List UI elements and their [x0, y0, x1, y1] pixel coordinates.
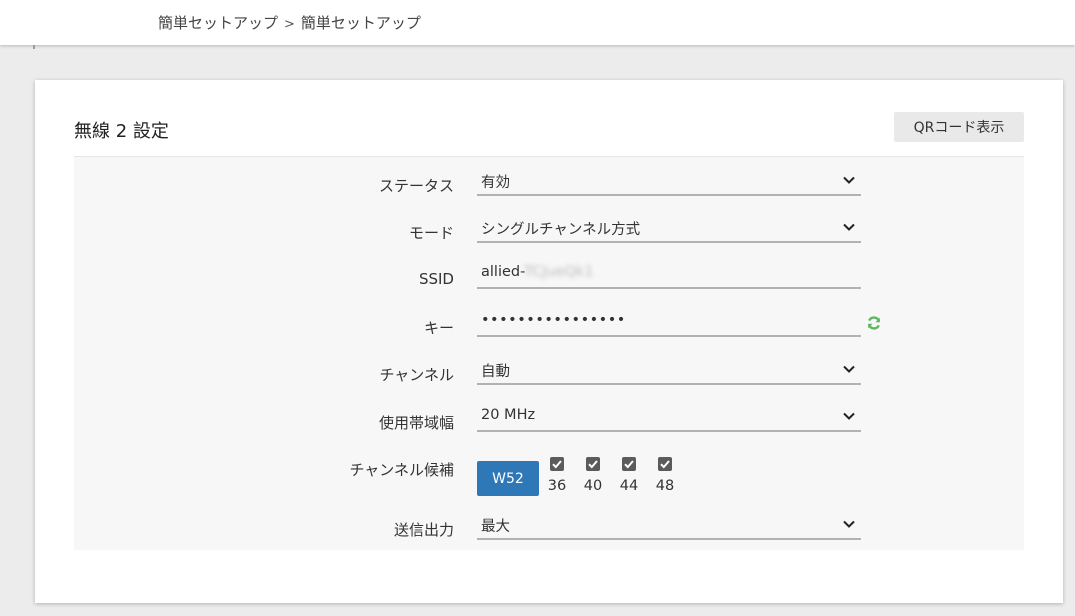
bandwidth-label: 使用帯域幅 [378, 414, 454, 432]
channel-label: チャンネル [379, 366, 454, 384]
key-value: •••••••••••••••• [481, 312, 626, 328]
ssid-input[interactable]: allied-TCJueQk1 [477, 263, 861, 289]
status-value: 有効 [481, 175, 510, 191]
breadcrumb-separator: > [284, 17, 295, 32]
w52-group-button[interactable]: W52 [477, 461, 539, 496]
checkbox-checked-icon [658, 457, 672, 471]
chevron-down-icon [843, 412, 855, 420]
card-title: 無線 2 設定 [74, 121, 169, 142]
tx-power-label: 送信出力 [393, 521, 454, 539]
channel-number: 44 [619, 478, 639, 494]
top-bar: 簡単セットアップ > 簡単セットアップ [0, 0, 1075, 45]
channel-36-checkbox[interactable]: 36 [545, 457, 569, 494]
chevron-down-icon [843, 223, 855, 231]
edge-marker [33, 45, 35, 49]
channel-number: 40 [583, 478, 603, 494]
breadcrumb-item-parent[interactable]: 簡単セットアップ [158, 14, 278, 32]
bandwidth-select[interactable]: 20 MHz [477, 406, 861, 432]
qr-code-button[interactable]: QRコード表示 [894, 112, 1024, 142]
bandwidth-value: 20 MHz [481, 407, 536, 423]
chevron-down-icon [843, 365, 855, 373]
channel-40-checkbox[interactable]: 40 [581, 457, 605, 494]
status-select[interactable]: 有効 [477, 170, 861, 196]
key-input[interactable]: •••••••••••••••• [477, 311, 861, 337]
settings-form: ステータス 有効 モード シングルチャンネル方式 SSID allied-TCJ… [74, 156, 1024, 550]
status-label: ステータス [378, 177, 454, 195]
wireless-settings-card: 無線 2 設定 QRコード表示 ステータス 有効 モード シングルチャンネル方式… [35, 80, 1063, 603]
chevron-down-icon [843, 176, 855, 184]
checkbox-checked-icon [550, 457, 564, 471]
channel-number: 36 [547, 478, 567, 494]
ssid-value: allied-TCJueQk1 [481, 264, 594, 280]
channel-48-checkbox[interactable]: 48 [653, 457, 677, 494]
checkbox-checked-icon [586, 457, 600, 471]
channel-value: 自動 [481, 364, 510, 380]
mode-select[interactable]: シングルチャンネル方式 [477, 217, 861, 243]
breadcrumb: 簡単セットアップ > 簡単セットアップ [158, 12, 421, 33]
tx-power-select[interactable]: 最大 [477, 514, 861, 540]
key-label: キー [423, 319, 454, 337]
breadcrumb-item-current: 簡単セットアップ [300, 14, 421, 32]
mode-label: モード [408, 224, 454, 242]
ssid-value-visible: allied- [481, 264, 524, 280]
chevron-down-icon [843, 520, 855, 528]
channel-candidates-label: チャンネル候補 [349, 461, 454, 479]
mode-value: シングルチャンネル方式 [481, 222, 641, 238]
channel-number: 48 [655, 478, 675, 494]
ssid-value-redacted: TCJueQk1 [524, 264, 594, 280]
channel-44-checkbox[interactable]: 44 [617, 457, 641, 494]
checkbox-checked-icon [622, 457, 636, 471]
refresh-icon[interactable] [866, 315, 882, 331]
channel-select[interactable]: 自動 [477, 359, 861, 385]
tx-power-value: 最大 [481, 519, 510, 535]
ssid-label: SSID [418, 270, 454, 288]
